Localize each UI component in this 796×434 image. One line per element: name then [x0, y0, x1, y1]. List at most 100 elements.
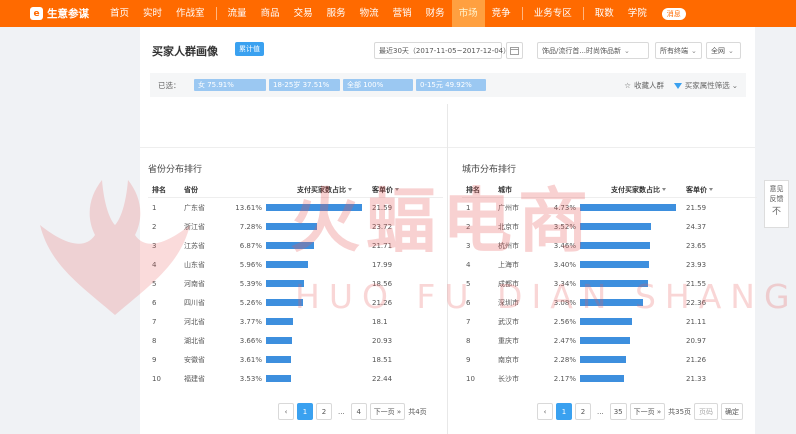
- filter-chip-age[interactable]: 18-25岁 37.51%: [269, 79, 340, 91]
- name-cell: 杭州市: [498, 241, 519, 250]
- rank-cell: 5: [466, 279, 471, 288]
- pct-bar: [266, 317, 293, 325]
- city-ranking: 城市分布排行 排名 城市 支付买家数占比 客单价 1 广州市 4.73% 21.59 2…: [462, 162, 757, 388]
- next-page-button[interactable]: 下一页 »: [629, 403, 666, 420]
- name-cell: 河北省: [184, 317, 205, 326]
- nav-finance[interactable]: 财务: [419, 0, 452, 27]
- price-cell: 21.33: [686, 374, 707, 383]
- table-row: 1 广东省 13.61% 21.59: [148, 198, 443, 217]
- col-pct-header[interactable]: 支付买家数占比: [542, 185, 680, 195]
- nav-data-fetch[interactable]: 取数: [588, 0, 621, 27]
- nav-service[interactable]: 服务: [320, 0, 353, 27]
- page-2-button[interactable]: 2: [316, 403, 332, 420]
- bar-cell: [266, 260, 366, 269]
- pct-bar: [266, 260, 309, 268]
- name-cell: 安徽省: [184, 355, 205, 364]
- rank-cell: 3: [466, 241, 471, 250]
- nav-product[interactable]: 商品: [254, 0, 287, 27]
- favorite-crowd-button[interactable]: ☆ 收藏人群: [624, 80, 664, 91]
- price-cell: 17.99: [372, 260, 393, 269]
- bar-cell: [580, 317, 680, 326]
- nav-market[interactable]: 市场: [451, 0, 485, 27]
- page-last-button[interactable]: 35: [609, 403, 627, 420]
- pct-cell: 5.26%: [239, 298, 262, 307]
- region-select[interactable]: 全网 ⌄: [706, 42, 741, 59]
- col-pct-header[interactable]: 支付买家数占比: [228, 185, 366, 195]
- goto-page-input[interactable]: 页码: [694, 403, 719, 420]
- table-row: 8 湖北省 3.66% 20.93: [148, 331, 443, 350]
- bar-cell: [580, 336, 680, 345]
- page-1-button[interactable]: 1: [297, 403, 313, 420]
- bar-cell: [266, 336, 366, 345]
- panel-header: 买家人群画像 累计值 最近30天（2017-11-05~2017-12-04） …: [140, 27, 755, 71]
- page-last-button[interactable]: 4: [350, 403, 367, 420]
- calendar-icon[interactable]: [506, 42, 523, 59]
- nav-realtime[interactable]: 实时: [136, 0, 169, 27]
- nav-marketing[interactable]: 营销: [386, 0, 419, 27]
- table-row: 3 江苏省 6.87% 21.71: [148, 236, 443, 255]
- nav-business-zone[interactable]: 业务专区: [527, 0, 579, 27]
- pct-bar: [266, 222, 318, 230]
- name-cell: 江苏省: [184, 241, 205, 250]
- bar-cell: [266, 241, 366, 250]
- prev-page-button[interactable]: ‹: [537, 403, 553, 420]
- nav-divider: [215, 7, 217, 20]
- bar-cell: [266, 355, 366, 364]
- terminal-value: 所有终端: [660, 46, 688, 55]
- nav-home[interactable]: 首页: [103, 0, 136, 27]
- nav-warroom[interactable]: 作战室: [169, 0, 212, 27]
- page-ellipsis: ...: [597, 407, 604, 416]
- top-nav: e 生意参谋 首页 实时 作战室 流量 商品 交易 服务 物流 营销 财务 市场…: [0, 0, 796, 27]
- terminal-select[interactable]: 所有终端 ⌄: [655, 42, 702, 59]
- pct-cell: 4.73%: [553, 203, 576, 212]
- name-cell: 南京市: [498, 355, 519, 364]
- price-cell: 20.93: [372, 336, 393, 345]
- buyer-attr-filter-button[interactable]: 买家属性筛选 ⌄: [673, 80, 738, 91]
- col-price-header[interactable]: 客单价: [680, 185, 740, 195]
- page-2-button[interactable]: 2: [575, 403, 591, 420]
- table-row: 4 上海市 3.40% 23.93: [462, 255, 757, 274]
- chevron-down-icon: ⌄: [728, 46, 734, 55]
- rank-cell: 7: [466, 317, 471, 326]
- table-row: 3 杭州市 3.46% 23.65: [462, 236, 757, 255]
- filter-chip-price[interactable]: 0-15元 49.92%: [416, 79, 486, 91]
- nav-trade[interactable]: 交易: [287, 0, 320, 27]
- nav-logistics[interactable]: 物流: [353, 0, 386, 27]
- name-cell: 福建省: [184, 374, 205, 383]
- nav-academy[interactable]: 学院: [621, 0, 654, 27]
- logo[interactable]: e 生意参谋: [30, 6, 89, 21]
- confirm-button[interactable]: 确定: [721, 403, 744, 420]
- section-title: 城市分布排行: [462, 165, 517, 175]
- feedback-arrow-icon: 不: [771, 207, 781, 217]
- feedback-label: 意见反馈: [769, 185, 784, 203]
- pct-bar: [266, 279, 305, 287]
- filter-chip-all[interactable]: 全部 100%: [343, 79, 413, 91]
- pct-cell: 3.46%: [553, 241, 576, 250]
- name-cell: 上海市: [498, 260, 519, 269]
- price-cell: 21.11: [686, 317, 707, 326]
- filter-chip-gender[interactable]: 女 75.91%: [194, 79, 266, 91]
- pct-cell: 3.34%: [553, 279, 576, 288]
- table-row: 4 山东省 5.96% 17.99: [148, 255, 443, 274]
- date-range-select[interactable]: 最近30天（2017-11-05~2017-12-04）: [374, 42, 510, 59]
- nav-traffic[interactable]: 流量: [221, 0, 254, 27]
- page-1-button[interactable]: 1: [556, 403, 572, 420]
- nav-competition[interactable]: 竞争: [485, 0, 518, 27]
- prev-page-button[interactable]: ‹: [278, 403, 294, 420]
- page-title: 买家人群画像: [152, 45, 218, 58]
- next-page-button[interactable]: 下一页 »: [369, 403, 406, 420]
- bar-cell: [580, 279, 680, 288]
- section-title: 省份分布排行: [148, 165, 203, 175]
- col-price-header[interactable]: 客单价: [366, 185, 426, 195]
- bar-cell: [266, 374, 366, 383]
- bar-cell: [266, 317, 366, 326]
- name-cell: 重庆市: [498, 336, 519, 345]
- message-button[interactable]: 消息: [661, 7, 686, 20]
- category-select[interactable]: 饰品/流行首...时尚饰品新 ⌄: [537, 42, 649, 59]
- table-header: 排名 省份 支付买家数占比 客单价: [148, 182, 443, 198]
- table-row: 5 成都市 3.34% 21.55: [462, 274, 757, 293]
- feedback-button[interactable]: 意见反馈 不: [764, 180, 789, 228]
- region-value: 全网: [711, 46, 725, 55]
- chevron-down-icon: ⌄: [691, 46, 697, 55]
- bar-cell: [580, 374, 680, 383]
